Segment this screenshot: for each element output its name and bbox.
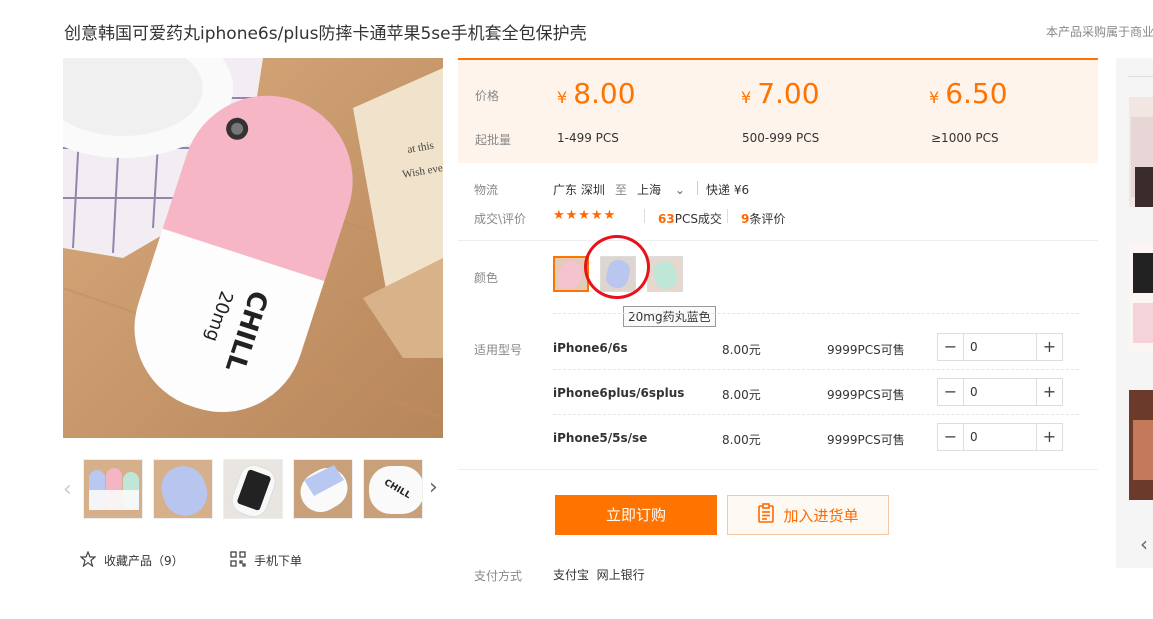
- price-panel: [458, 58, 1098, 163]
- moq-label: 起批量: [475, 133, 512, 147]
- recommended-item[interactable]: [1129, 390, 1153, 500]
- thumbnail-next-arrow[interactable]: ›: [429, 476, 443, 500]
- model-name: iPhone5/5s/se: [553, 431, 648, 445]
- model-stock: 9999PCS可售: [827, 343, 905, 357]
- model-name: iPhone6plus/6splus: [553, 386, 685, 400]
- annotation-circle: [584, 235, 650, 299]
- mobile-order-label: 手机下单: [254, 554, 303, 568]
- color-tooltip: 20mg药丸蓝色: [623, 306, 716, 327]
- add-to-list-button[interactable]: 加入进货单: [727, 495, 889, 535]
- minus-icon[interactable]: −: [938, 379, 964, 405]
- recommended-item[interactable]: [1129, 97, 1153, 207]
- plus-icon[interactable]: +: [1036, 424, 1062, 450]
- section-divider: [458, 469, 1098, 470]
- dashed-divider: [553, 313, 1079, 314]
- destination-select[interactable]: 上海 ⌄: [637, 181, 685, 198]
- qr-code-icon: [230, 551, 246, 570]
- favorite-label: 收藏产品（9）: [104, 554, 184, 568]
- main-product-image[interactable]: at this Wish eve CHILL 20mg: [63, 58, 443, 438]
- thumbnail-2[interactable]: [153, 459, 213, 519]
- rating-stars: ★★★★★: [553, 208, 617, 223]
- minus-icon[interactable]: −: [938, 334, 964, 360]
- currency-symbol: ¥: [557, 88, 568, 107]
- thumbnail-4[interactable]: [293, 459, 353, 519]
- color-label: 颜色: [474, 271, 499, 285]
- star-outline-icon: [79, 550, 97, 570]
- divider: [1128, 76, 1153, 77]
- quantity-stepper[interactable]: − +: [937, 333, 1063, 361]
- add-to-list-label: 加入进货单: [783, 506, 859, 525]
- chevron-down-icon: ⌄: [674, 183, 685, 197]
- tier-2-qty: 500-999 PCS: [742, 131, 820, 145]
- thumbnail-1[interactable]: [83, 459, 143, 519]
- express-fee: 快递 ¥6: [706, 183, 750, 197]
- payment-label: 支付方式: [474, 569, 523, 583]
- plus-icon[interactable]: +: [1036, 379, 1062, 405]
- minus-icon[interactable]: −: [938, 424, 964, 450]
- divider: [727, 209, 728, 223]
- payment-methods: 支付宝 网上银行: [553, 568, 645, 582]
- quantity-input[interactable]: [964, 424, 1036, 450]
- side-note: 本产品采购属于商业: [1046, 25, 1153, 39]
- thumbnail-3[interactable]: [223, 459, 283, 519]
- tier-3-qty: ≥1000 PCS: [931, 131, 999, 145]
- recommend-prev-arrow[interactable]: ‹: [1140, 532, 1148, 556]
- thumbnail-5[interactable]: CHILL: [363, 459, 423, 519]
- clipboard-icon: [757, 503, 775, 527]
- model-name: iPhone6/6s: [553, 341, 628, 355]
- model-stock: 9999PCS可售: [827, 388, 905, 402]
- model-price: 8.00元: [722, 343, 761, 357]
- quantity-stepper[interactable]: − +: [937, 423, 1063, 451]
- thumbnail-prev-arrow[interactable]: ‹: [63, 478, 77, 502]
- favorite-button[interactable]: 收藏产品（9）: [79, 550, 184, 570]
- tier-1-qty: 1-499 PCS: [557, 131, 619, 145]
- currency-symbol: ¥: [741, 88, 752, 107]
- product-title: 创意韩国可爱药丸iphone6s/plus防摔卡通苹果5se手机套全包保护壳: [64, 24, 587, 44]
- tier-1-price: ¥8.00: [557, 77, 636, 110]
- model-price: 8.00元: [722, 388, 761, 402]
- divider: [697, 181, 698, 195]
- tier-3-price: ¥6.50: [929, 77, 1008, 110]
- dashed-divider: [553, 369, 1079, 370]
- model-stock: 9999PCS可售: [827, 433, 905, 447]
- review-count[interactable]: 9条评价: [741, 210, 785, 227]
- mobile-order-button[interactable]: 手机下单: [230, 551, 302, 570]
- logistics-to-word: 至: [615, 183, 628, 197]
- plus-icon[interactable]: +: [1036, 334, 1062, 360]
- quantity-input[interactable]: [964, 334, 1036, 360]
- price-label: 价格: [475, 89, 500, 103]
- buy-now-button[interactable]: 立即订购: [555, 495, 717, 535]
- color-swatch-green[interactable]: [647, 256, 683, 292]
- divider: [644, 209, 645, 223]
- quantity-input[interactable]: [964, 379, 1036, 405]
- models-label: 适用型号: [474, 343, 523, 357]
- dashed-divider: [553, 414, 1079, 415]
- logistics-from: 广东 深圳: [553, 183, 605, 197]
- model-price: 8.00元: [722, 433, 761, 447]
- reviews-label: 成交\评价: [474, 212, 527, 226]
- recommended-item[interactable]: [1129, 243, 1153, 353]
- tier-2-price: ¥7.00: [741, 77, 820, 110]
- section-divider: [458, 240, 1098, 241]
- logistics-label: 物流: [474, 183, 499, 197]
- quantity-stepper[interactable]: − +: [937, 378, 1063, 406]
- currency-symbol: ¥: [929, 88, 940, 107]
- deals-count[interactable]: 63PCS成交: [658, 210, 722, 227]
